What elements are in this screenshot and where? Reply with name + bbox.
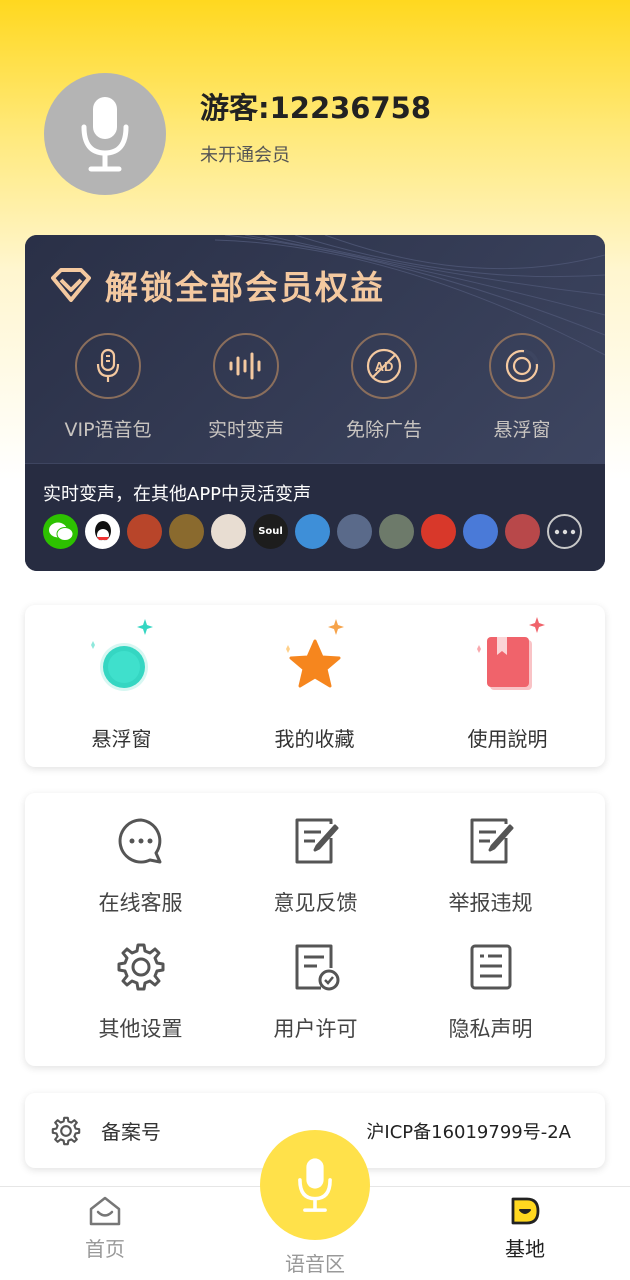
game-icon-3: [211, 514, 246, 549]
game-icon-7: [421, 514, 456, 549]
book-icon: [476, 617, 545, 690]
supported-apps-text: 实时变声，在其他APP中灵活变声: [43, 484, 312, 505]
service-label: 隐私声明: [448, 1017, 533, 1041]
game-icon-2: [169, 514, 204, 549]
tab-label: 首页: [85, 1237, 125, 1261]
feedback-icon: [295, 818, 338, 864]
service-label: 其他设置: [98, 1017, 183, 1041]
record-value: 沪ICP备16019799号-2A: [366, 1121, 571, 1143]
service-feedback[interactable]: 意见反馈: [228, 813, 403, 939]
privacy-icon: [470, 944, 511, 990]
diamond-icon: [51, 268, 91, 302]
game-icon-8: [463, 514, 498, 549]
microphone-icon: [96, 348, 120, 382]
membership-status[interactable]: 未开通会员: [200, 141, 500, 167]
vip-banner[interactable]: 解锁全部会员权益 VIP语音包 实时变声 免除广告 悬浮窗 实时变声，在其他AP…: [25, 235, 605, 571]
sound-wave-icon: [229, 352, 261, 380]
vip-feature-label: 免除广告: [345, 419, 422, 441]
vip-feature-no-ads[interactable]: AD 免除广告: [315, 333, 453, 442]
service-settings[interactable]: 其他设置: [53, 939, 228, 1065]
floating-ball-icon: [90, 619, 153, 691]
service-label: 意见反馈: [273, 891, 358, 915]
service-online-support[interactable]: 在线客服: [53, 813, 228, 939]
supported-apps-list: Soul: [43, 514, 589, 549]
gear-icon: [51, 1116, 81, 1145]
game-icon-6: [379, 514, 414, 549]
no-ad-icon: AD: [366, 348, 402, 384]
vip-feature-label: VIP语音包: [64, 419, 152, 441]
service-privacy[interactable]: 隐私声明: [403, 939, 578, 1065]
report-icon: [470, 818, 513, 864]
quick-floating-window[interactable]: 悬浮窗: [25, 615, 218, 752]
floating-window-icon: [505, 349, 539, 383]
services-card: 在线客服 意见反馈 举报违规 其他设置 用户许可 隐私声明: [25, 793, 605, 1066]
game-icon-5: [337, 514, 372, 549]
record-label: 备案号: [101, 1120, 161, 1144]
service-report[interactable]: 举报违规: [403, 813, 578, 939]
quick-label: 悬浮窗: [91, 727, 152, 751]
quick-favorites[interactable]: 我的收藏: [218, 615, 411, 752]
service-label: 在线客服: [98, 891, 183, 915]
base-icon: [511, 1197, 540, 1225]
tab-label: 基地: [505, 1237, 545, 1261]
quick-instructions[interactable]: 使用說明: [411, 615, 604, 752]
tab-voice-label[interactable]: 语音区: [265, 1248, 365, 1277]
quick-actions-card: 悬浮窗 我的收藏 使用說明: [25, 605, 605, 767]
game-icon-1: [127, 514, 162, 549]
vip-title: 解锁全部会员权益: [105, 268, 385, 307]
qq-icon: [85, 514, 120, 549]
vip-feature-realtime-voice[interactable]: 实时变声: [177, 333, 315, 442]
home-icon: [89, 1196, 121, 1226]
wechat-icon: [43, 514, 78, 549]
username: 游客:12236758: [200, 91, 432, 125]
microphone-icon: [298, 1158, 332, 1212]
soul-icon: Soul: [253, 514, 288, 549]
game-icon-4: [295, 514, 330, 549]
license-icon: [295, 944, 339, 991]
vip-feature-label: 实时变声: [207, 419, 284, 441]
star-icon: [285, 619, 344, 688]
tab-base[interactable]: 基地: [492, 1195, 558, 1262]
more-apps-icon[interactable]: [547, 514, 582, 549]
voice-zone-button[interactable]: [260, 1130, 370, 1240]
supported-apps-panel: 实时变声，在其他APP中灵活变声 Soul: [25, 463, 605, 571]
vip-feature-label: 悬浮窗: [493, 419, 551, 441]
avatar[interactable]: [44, 73, 166, 195]
vip-feature-floating-window[interactable]: 悬浮窗: [453, 333, 591, 442]
service-label: 举报违规: [448, 891, 533, 915]
game-icon-9: [505, 514, 540, 549]
quick-label: 使用說明: [467, 727, 548, 751]
vip-feature-voice-pack[interactable]: VIP语音包: [39, 333, 177, 442]
tab-home[interactable]: 首页: [72, 1195, 138, 1262]
microphone-icon: [81, 97, 129, 172]
vip-benefits-panel: 解锁全部会员权益 VIP语音包 实时变声 免除广告 悬浮窗: [25, 235, 605, 463]
service-user-license[interactable]: 用户许可: [228, 939, 403, 1065]
quick-label: 我的收藏: [274, 727, 355, 751]
chat-bubble-icon: [118, 818, 161, 864]
profile-section[interactable]: 游客:12236758 未开通会员: [44, 73, 431, 195]
gear-icon: [117, 943, 164, 991]
service-label: 用户许可: [273, 1017, 358, 1041]
